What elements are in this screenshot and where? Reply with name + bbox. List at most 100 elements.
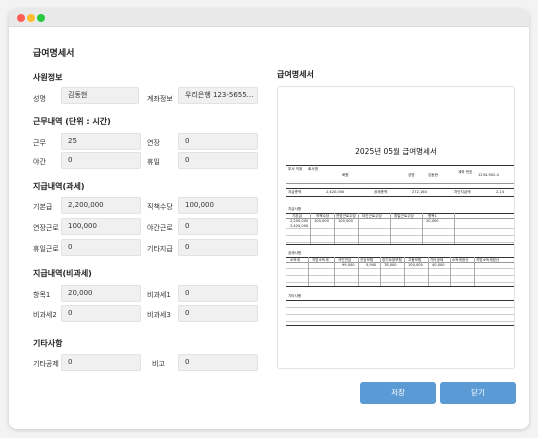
preview-grid-line xyxy=(390,213,391,244)
title-bar xyxy=(9,9,529,27)
preview-dept-value: 회사명 xyxy=(308,167,318,171)
app-window: 급여명세서 사원정보 성명 김동현 계좌정보 우리은행 123-5655... … xyxy=(9,9,529,429)
preview-rule xyxy=(286,282,514,283)
preview-total-pay-label: 지급총액 xyxy=(288,190,302,194)
etc-pay-field[interactable]: 0 xyxy=(178,239,258,256)
note-label: 비고 xyxy=(152,360,165,368)
preview-company: 화원 xyxy=(342,173,349,177)
preview-rule xyxy=(286,183,514,184)
preview-account-value: 1234-902-4 xyxy=(478,173,499,177)
etc-pay-label: 기타지급 xyxy=(147,245,173,253)
preview-rule xyxy=(286,262,514,263)
nontax3-field[interactable]: 0 xyxy=(178,305,258,322)
night-pay-label: 야간근로 xyxy=(147,224,173,232)
preview-rule xyxy=(286,307,514,308)
preview-deduct-cell: 100,000 xyxy=(408,263,423,267)
night-field[interactable]: 0 xyxy=(61,152,141,169)
save-button[interactable]: 저장 xyxy=(360,382,436,404)
duty-allowance-label: 직책수당 xyxy=(147,203,173,211)
nontax1-label: 비과세1 xyxy=(147,291,171,299)
duty-allowance-field[interactable]: 100,000 xyxy=(178,197,258,214)
preview-rule xyxy=(286,321,514,322)
section-employee: 사원정보 xyxy=(33,73,63,82)
nontax1-field[interactable]: 0 xyxy=(178,285,258,302)
preview-grid-line xyxy=(358,213,359,244)
preview-name-value: 김동현 xyxy=(428,173,438,177)
preview-deduct-section: 공제사항 xyxy=(288,251,302,255)
preview-grid-line xyxy=(380,257,381,286)
note-field[interactable]: 0 xyxy=(178,354,258,371)
preview-rule xyxy=(286,235,514,236)
preview-rule xyxy=(286,188,514,189)
holiday-pay-field[interactable]: 0 xyxy=(61,239,141,256)
nontax2-field[interactable]: 0 xyxy=(61,305,141,322)
holiday-field[interactable]: 0 xyxy=(178,152,258,169)
nontax2-label: 비과세2 xyxy=(33,311,57,319)
preview-rule xyxy=(286,286,514,287)
close-button[interactable]: 닫기 xyxy=(440,382,516,404)
preview-deduct-cell: 99,000 xyxy=(342,263,355,267)
preview-pay-cell: 20,000 xyxy=(426,219,439,223)
preview-grid-line xyxy=(454,213,455,244)
section-pay-taxable: 지급내역(과세) xyxy=(33,182,85,191)
night-label: 야간 xyxy=(33,158,46,166)
preview-grid-line xyxy=(428,257,429,286)
maximize-window-dot[interactable] xyxy=(37,14,45,22)
preview-pay-section: 지급사항 xyxy=(288,207,302,211)
preview-other-section: 기타사항 xyxy=(288,294,302,298)
preview-grid-line xyxy=(310,213,311,244)
preview-grid-line xyxy=(308,257,309,286)
preview-grid-line xyxy=(358,257,359,286)
preview-account-label: 계좌 번호 xyxy=(458,170,473,174)
base-pay-field[interactable]: 2,200,000 xyxy=(61,197,141,214)
preview-grid-line xyxy=(422,213,423,244)
name-label: 성명 xyxy=(33,95,46,103)
nontax3-label: 비과세3 xyxy=(147,311,171,319)
holiday-label: 휴일 xyxy=(147,158,160,166)
other-deduct-label: 기타공제 xyxy=(33,360,59,368)
preview-pay-cell: 100,000 xyxy=(314,219,329,223)
section-work: 근무내역 (단위 : 시간) xyxy=(33,117,111,126)
overtime-field[interactable]: 0 xyxy=(178,133,258,150)
preview-rule xyxy=(286,275,514,276)
preview-rule xyxy=(286,165,514,166)
page-title: 급여명세서 xyxy=(33,49,75,59)
preview-grid-line xyxy=(404,257,405,286)
night-pay-field[interactable]: 0 xyxy=(178,218,258,235)
item1-field[interactable]: 20,000 xyxy=(61,285,141,302)
close-window-dot[interactable] xyxy=(17,14,25,22)
preview-rule xyxy=(286,325,514,326)
overtime-pay-field[interactable]: 100,000 xyxy=(61,218,141,235)
preview-pay-cell: 100,000 xyxy=(338,219,353,223)
preview-net-value: 2,14 xyxy=(496,190,505,194)
payslip-preview: 2025년 05월 급여명세서 부서 직위 회사명 화원 성명 김동현 계좌 번… xyxy=(277,86,515,369)
work-label: 근무 xyxy=(33,139,46,147)
preview-doc-title: 2025년 05월 급여명세서 xyxy=(355,147,437,156)
section-pay-nontaxable: 지급내역(비과세) xyxy=(33,269,92,278)
item1-label: 항목1 xyxy=(33,291,51,299)
work-field[interactable]: 25 xyxy=(61,133,141,150)
preview-rule xyxy=(286,300,514,301)
minimize-window-dot[interactable] xyxy=(27,14,35,22)
other-deduct-field[interactable]: 0 xyxy=(61,354,141,371)
preview-grid-line xyxy=(334,257,335,286)
preview-rule xyxy=(286,244,514,245)
preview-total-pay-value: 2,420,000 xyxy=(326,190,345,194)
name-field[interactable]: 김동현 xyxy=(61,87,139,104)
preview-deduct-cell: 40,000 xyxy=(432,263,445,267)
preview-rule xyxy=(286,268,514,269)
preview-name-label: 성명 xyxy=(408,173,415,177)
section-other: 기타사항 xyxy=(33,339,63,348)
account-field[interactable]: 우리은행 123-5655... xyxy=(178,87,258,104)
preview-pay-cell: 2,200,000 xyxy=(290,219,309,223)
preview-total-deduct-value: 272,160 xyxy=(412,190,427,194)
preview-rule xyxy=(286,196,514,197)
preview-title: 급여명세서 xyxy=(277,70,314,79)
preview-total-deduct-label: 공제총액 xyxy=(374,190,388,194)
preview-grid-line xyxy=(450,257,451,286)
overtime-pay-label: 연장근로 xyxy=(33,224,59,232)
holiday-pay-label: 휴일근로 xyxy=(33,245,59,253)
preview-deduct-cell: 5,940 xyxy=(366,263,377,267)
preview-grid-line xyxy=(334,213,335,244)
preview-net-label: 차인지급액 xyxy=(454,190,471,194)
